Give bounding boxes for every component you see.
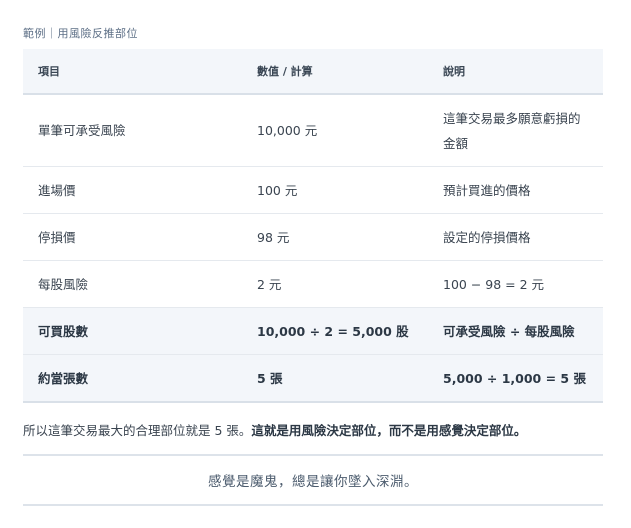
table-row-highlight: 可買股數 10,000 ÷ 2 = 5,000 股 可承受風險 ÷ 每股風險 bbox=[23, 307, 603, 355]
summary-paragraph: 所以這筆交易最大的合理部位就是 5 張。這就是用風險決定部位，而不是用感覺決定部… bbox=[23, 420, 526, 439]
cell-item: 單筆可承受風險 bbox=[23, 94, 242, 167]
cell-item: 進場價 bbox=[23, 166, 242, 214]
summary-text: 所以這筆交易最大的合理部位就是 5 張。 bbox=[23, 423, 252, 438]
quote-text: 感覺是魔鬼，總是讓你墜入深淵。 bbox=[208, 474, 418, 490]
cell-item: 每股風險 bbox=[23, 260, 242, 308]
cell-value: 98 元 bbox=[242, 213, 428, 261]
table-row: 進場價 100 元 預計買進的價格 bbox=[23, 166, 603, 214]
table-header-row: 項目 數值 / 計算 說明 bbox=[23, 49, 603, 95]
cell-item: 停損價 bbox=[23, 213, 242, 261]
header-value: 數值 / 計算 bbox=[242, 49, 428, 95]
summary-emphasis: 這就是用風險決定部位，而不是用感覺決定部位。 bbox=[251, 423, 527, 438]
cell-value: 100 元 bbox=[242, 166, 428, 214]
cell-note: 100 − 98 = 2 元 bbox=[428, 260, 603, 308]
table-row: 每股風險 2 元 100 − 98 = 2 元 bbox=[23, 260, 603, 308]
example-caption: 範例｜用風險反推部位 bbox=[23, 27, 138, 40]
table-row-highlight: 約當張數 5 張 5,000 ÷ 1,000 = 5 張 bbox=[23, 354, 603, 403]
cell-value: 10,000 ÷ 2 = 5,000 股 bbox=[242, 307, 428, 355]
cell-note: 5,000 ÷ 1,000 = 5 張 bbox=[428, 354, 603, 403]
table-row: 停損價 98 元 設定的停損價格 bbox=[23, 213, 603, 261]
cell-note: 這筆交易最多願意虧損的金額 bbox=[428, 94, 603, 167]
position-sizing-table: 項目 數值 / 計算 說明 單筆可承受風險 10,000 元 這筆交易最多願意虧… bbox=[23, 49, 603, 403]
cell-item: 可買股數 bbox=[23, 307, 242, 355]
table-row: 單筆可承受風險 10,000 元 這筆交易最多願意虧損的金額 bbox=[23, 94, 603, 167]
cell-note: 可承受風險 ÷ 每股風險 bbox=[428, 307, 603, 355]
cell-value: 5 張 bbox=[242, 354, 428, 403]
cell-item: 約當張數 bbox=[23, 354, 242, 403]
cell-note: 預計買進的價格 bbox=[428, 166, 603, 214]
header-note: 說明 bbox=[428, 49, 603, 95]
cell-value: 2 元 bbox=[242, 260, 428, 308]
cell-note: 設定的停損價格 bbox=[428, 213, 603, 261]
cell-value: 10,000 元 bbox=[242, 94, 428, 167]
header-item: 項目 bbox=[23, 49, 242, 95]
quote-box: 感覺是魔鬼，總是讓你墜入深淵。 bbox=[23, 454, 603, 506]
